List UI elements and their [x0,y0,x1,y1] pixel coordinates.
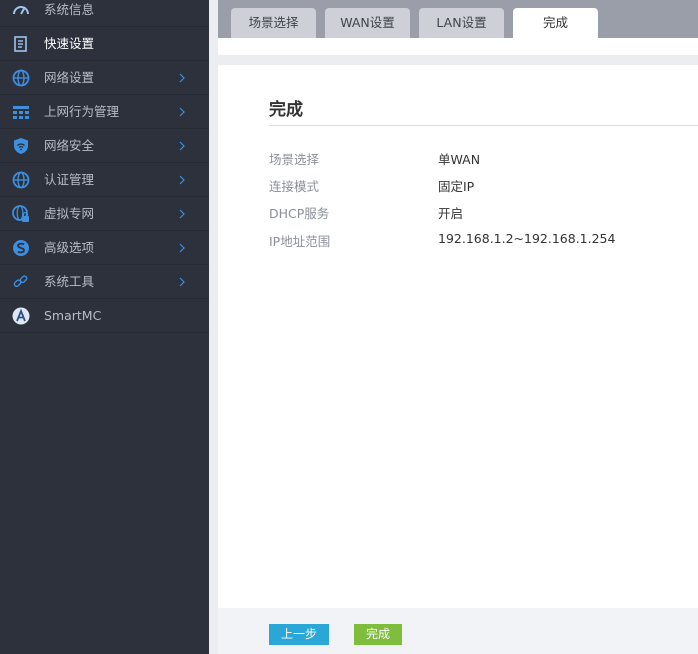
wizard-tabbar: 场景选择 WAN设置 LAN设置 完成 [218,0,698,38]
sidebar-item-label: SmartMC [44,308,102,323]
summary-row: 场景选择 单WAN [269,149,689,169]
sidebar-item-quick-setup[interactable]: 快速设置 [0,27,209,61]
summary-key: IP地址范围 [269,234,331,249]
summary-value: 192.168.1.2~192.168.1.254 [438,231,616,246]
chevron-right-icon [179,243,185,253]
chevron-right-icon [179,141,185,151]
globe-icon [11,68,31,88]
title-divider [269,125,698,126]
summary-row: 连接模式 固定IP [269,176,689,196]
sidebar-item-advanced-options[interactable]: 高级选项 [0,231,209,265]
previous-step-button[interactable]: 上一步 [269,624,329,645]
summary-key: 连接模式 [269,179,320,194]
finish-button[interactable]: 完成 [354,624,402,645]
chevron-right-icon [179,277,185,287]
sidebar-item-label: 网络安全 [44,138,95,153]
chevron-right-icon [179,209,185,219]
sidebar-item-vpn[interactable]: 虚拟专网 [0,197,209,231]
summary-row: DHCP服务 开启 [269,203,689,223]
sidebar: 系统信息 快速设置 网络设置 上网行为管理 网络安全 认证管理 虚拟专网 高级选… [0,0,209,654]
globe-lock-icon [11,204,31,224]
sidebar-item-auth-management[interactable]: 认证管理 [0,163,209,197]
sidebar-item-label: 上网行为管理 [44,104,120,119]
a-circle-icon [11,306,31,326]
sidebar-item-label: 虚拟专网 [44,206,95,221]
summary-key: DHCP服务 [269,206,330,221]
s-circle-icon [11,238,31,258]
sidebar-item-label: 认证管理 [44,172,95,187]
sidebar-item-system-info[interactable]: 系统信息 [0,0,209,27]
chevron-right-icon [179,107,185,117]
tab-wan-settings[interactable]: WAN设置 [325,8,410,38]
chevron-right-icon [179,73,185,83]
sidebar-item-network-settings[interactable]: 网络设置 [0,61,209,95]
document-icon [11,34,31,54]
summary-value: 开启 [438,206,464,221]
grid-icon [11,102,31,122]
tab-scene-select[interactable]: 场景选择 [231,8,316,38]
speedometer-icon [11,0,31,20]
shield-wifi-icon [11,136,31,156]
sidebar-item-network-security[interactable]: 网络安全 [0,129,209,163]
summary-row: IP地址范围 192.168.1.2~192.168.1.254 [269,231,689,251]
divider [218,55,698,65]
sidebar-item-label: 高级选项 [44,240,95,255]
sidebar-item-label: 系统工具 [44,274,95,289]
tab-underline-strip [218,38,698,55]
link-icon [11,272,31,292]
page-title: 完成 [269,100,303,120]
summary-value: 固定IP [438,179,475,194]
sidebar-item-behavior-management[interactable]: 上网行为管理 [0,95,209,129]
chevron-right-icon [179,175,185,185]
tab-finish[interactable]: 完成 [513,8,598,38]
sidebar-item-label: 快速设置 [44,36,95,51]
sidebar-item-system-tools[interactable]: 系统工具 [0,265,209,299]
summary-key: 场景选择 [269,152,320,167]
summary-value: 单WAN [438,152,481,167]
sidebar-item-label: 网络设置 [44,70,95,85]
sidebar-item-smartmc[interactable]: SmartMC [0,299,209,333]
wizard-footer: 上一步 完成 [218,608,698,654]
sidebar-item-label: 系统信息 [44,2,95,17]
summary-panel: 完成 场景选择 单WAN 连接模式 固定IP DHCP服务 开启 IP地址范围 … [218,65,698,608]
tab-lan-settings[interactable]: LAN设置 [419,8,504,38]
globe-icon [11,170,31,190]
